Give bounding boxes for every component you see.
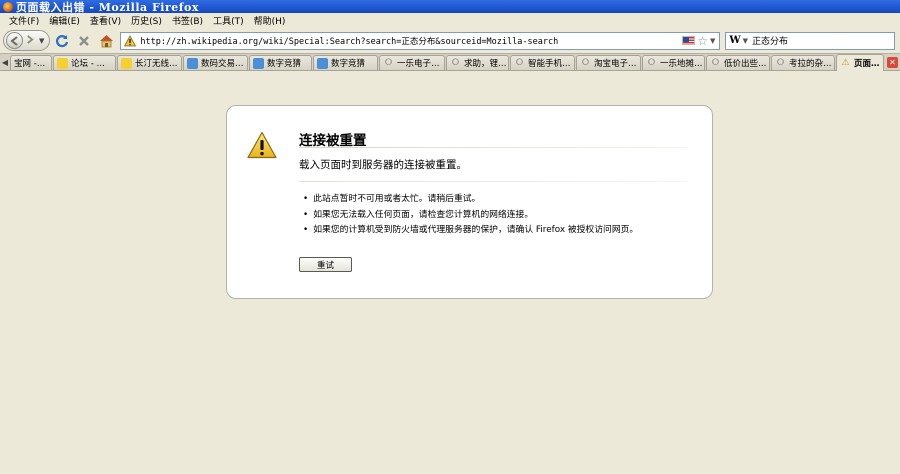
tab-label: 低价出些… <box>724 59 767 69</box>
tab-scroll-left-icon[interactable]: ◀ <box>0 56 10 69</box>
reload-icon <box>56 34 69 47</box>
retry-button[interactable]: 重试 <box>299 257 352 272</box>
warning-triangle-icon <box>247 131 277 159</box>
tab-label: 长汀无线… <box>135 59 178 69</box>
browser-tab[interactable]: ⭘ 一乐电子… <box>379 55 445 70</box>
tab-label: 论坛 - … <box>71 59 105 69</box>
tab-label: 一乐地摊… <box>660 59 703 69</box>
warning-icon <box>124 34 137 46</box>
tab-label: 宝网 -… <box>14 59 46 69</box>
menu-help[interactable]: 帮助(H) <box>249 14 291 27</box>
error-title: 连接被重置 <box>299 133 367 149</box>
loading-signal-icon: ⭘ <box>711 58 720 68</box>
title-bar: 页面载入出错 - Mozilla Firefox <box>0 0 900 14</box>
error-suggestion-list: 此站点暂时不可用或者太忙。请稍后重试。 如果您无法载入任何页面，请检查您计算机的… <box>303 192 638 239</box>
loading-signal-icon: ⭘ <box>384 58 393 68</box>
menu-bar: 文件(F) 编辑(E) 查看(V) 历史(S) 书签(B) 工具(T) 帮助(H… <box>0 13 900 28</box>
us-flag-icon <box>682 36 696 45</box>
stop-button[interactable] <box>74 31 94 51</box>
tab-label: 一乐电子… <box>397 59 440 69</box>
browser-tab[interactable]: ⭘ 求助，锂… <box>446 55 509 70</box>
browser-tab[interactable]: ⭘ 考拉的杂… <box>771 55 835 70</box>
stop-icon <box>79 35 90 46</box>
title-divider <box>299 147 687 148</box>
bookmark-star-icon[interactable]: ☆ <box>697 34 708 48</box>
content-area: 连接被重置 载入页面时到服务器的连接被重置。 此站点暂时不可用或者太忙。请稍后重… <box>0 72 900 474</box>
tab-label: 淘宝电子… <box>594 59 637 69</box>
menu-edit[interactable]: 编辑(E) <box>44 14 85 27</box>
tab-label: 数字竞猜 <box>267 59 302 69</box>
error-panel: 连接被重置 载入页面时到服务器的连接被重置。 此站点暂时不可用或者太忙。请稍后重… <box>226 105 713 299</box>
tab-label: 数码交易… <box>201 59 244 69</box>
history-dropdown-icon[interactable]: ▼ <box>39 37 44 45</box>
browser-tab[interactable]: ⭘ 智能手机… <box>510 55 575 70</box>
browser-tab[interactable]: 长汀无线… <box>117 55 182 70</box>
url-dropdown-icon[interactable]: ▼ <box>710 37 715 45</box>
close-tab-button[interactable]: ✕ <box>887 57 898 68</box>
description-divider <box>299 181 687 182</box>
warning-icon: ⚠ <box>841 58 850 68</box>
error-description: 载入页面时到服务器的连接被重置。 <box>299 159 467 171</box>
menu-view[interactable]: 查看(V) <box>85 14 126 27</box>
tab-label: 智能手机… <box>528 59 571 69</box>
loading-signal-icon: ⭘ <box>776 58 785 68</box>
forward-button[interactable] <box>25 34 34 47</box>
url-text[interactable]: http://zh.wikipedia.org/wiki/Special:Sea… <box>140 35 682 47</box>
loading-signal-icon: ⭘ <box>515 58 524 68</box>
browser-tab[interactable]: 数字竞猜 <box>249 55 312 70</box>
site-favicon-icon <box>187 57 198 69</box>
loading-signal-icon: ⭘ <box>451 58 460 68</box>
address-bar[interactable]: http://zh.wikipedia.org/wiki/Special:Sea… <box>120 31 721 50</box>
error-suggestion: 如果您的计算机受到防火墙或代理服务器的保护，请确认 Firefox 被授权访问网… <box>303 223 638 239</box>
loading-signal-icon: ⭘ <box>581 58 590 68</box>
browser-tab[interactable]: 论坛 - … <box>53 55 116 70</box>
home-button[interactable] <box>96 31 116 51</box>
site-favicon-icon <box>121 57 132 69</box>
browser-tab[interactable]: ⭘ 淘宝电子… <box>576 55 641 70</box>
wikipedia-icon[interactable]: W <box>729 35 740 46</box>
search-engine-dropdown-icon[interactable]: ▼ <box>743 37 748 45</box>
browser-tab[interactable]: ⭘ 低价出些… <box>706 55 770 70</box>
back-forward-group: ▼ <box>3 30 51 51</box>
browser-tab[interactable]: 数字竞猜 <box>313 55 378 70</box>
site-favicon-icon <box>57 57 68 69</box>
browser-tab[interactable]: 宝网 -… <box>10 55 52 70</box>
navigation-toolbar: ▼ http://zh.wikipedia.org/wiki/Special:S… <box>0 28 900 53</box>
firefox-logo-icon <box>3 1 13 12</box>
error-suggestion: 此站点暂时不可用或者太忙。请稍后重试。 <box>303 192 638 208</box>
browser-tab[interactable]: 数码交易… <box>183 55 248 70</box>
tab-label: 页面… <box>854 59 880 69</box>
forward-arrow-icon <box>27 34 34 44</box>
back-button[interactable] <box>6 32 23 49</box>
browser-tab[interactable]: ⚠ 页面… <box>836 54 884 71</box>
tab-label: 考拉的杂… <box>789 59 832 69</box>
search-input[interactable]: 正态分布 <box>752 34 788 47</box>
error-suggestion: 如果您无法载入任何页面，请检查您计算机的网络连接。 <box>303 208 638 224</box>
tab-label: 求助，锂… <box>464 59 507 69</box>
search-bar[interactable]: W ▼ 正态分布 <box>725 31 896 50</box>
home-icon <box>99 34 113 47</box>
site-favicon-icon <box>253 57 264 69</box>
browser-tab[interactable]: ⭘ 一乐地摊… <box>642 55 705 70</box>
menu-file[interactable]: 文件(F) <box>4 14 44 27</box>
loading-signal-icon: ⭘ <box>647 58 656 68</box>
menu-bookmarks[interactable]: 书签(B) <box>167 14 208 27</box>
reload-button[interactable] <box>52 31 72 51</box>
tab-label: 数字竞猜 <box>331 59 366 69</box>
site-favicon-icon <box>317 57 328 69</box>
tab-strip: ◀ 宝网 -… 论坛 - … 长汀无线… 数码交易… 数字竞猜 数字竞猜 ⭘ 一乐电子… ⭘ 求助… <box>0 53 900 71</box>
back-arrow-icon <box>9 35 18 46</box>
menu-history[interactable]: 历史(S) <box>126 14 167 27</box>
menu-tools[interactable]: 工具(T) <box>208 14 249 27</box>
